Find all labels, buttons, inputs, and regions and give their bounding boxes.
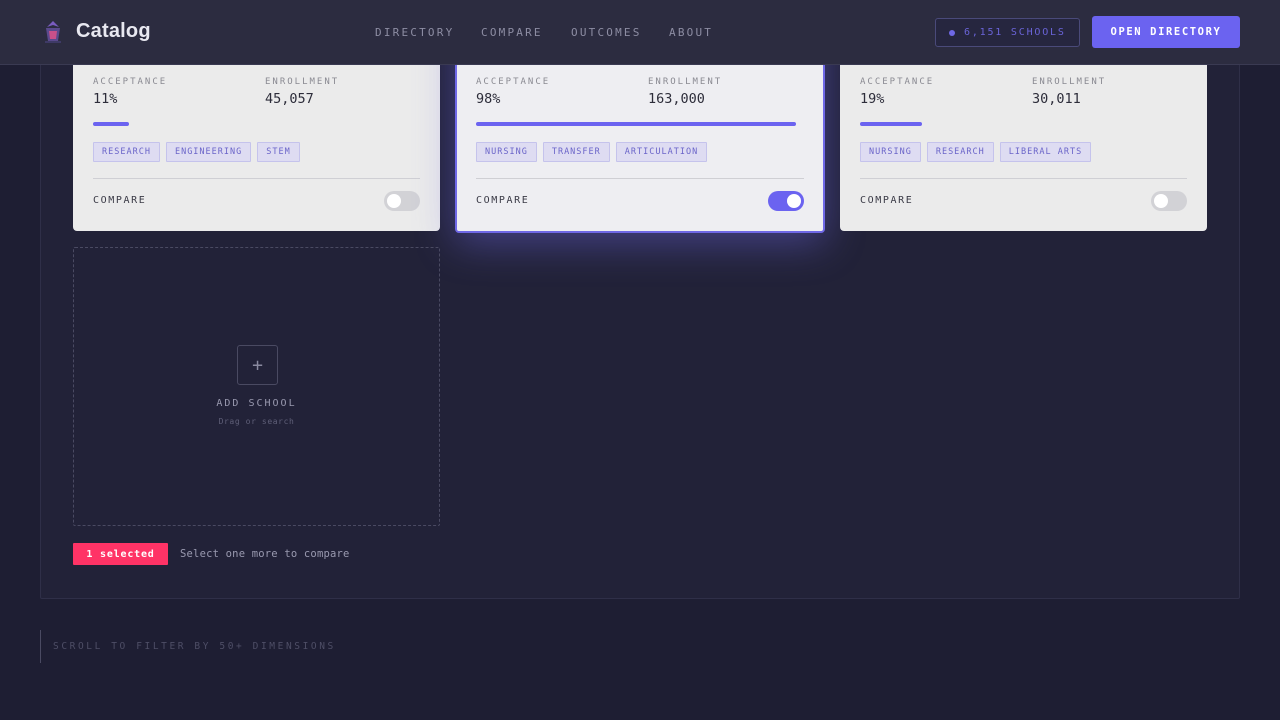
top-header: Catalog DIRECTORY COMPARE OUTCOMES ABOUT… — [0, 0, 1280, 65]
add-school-title: ADD SCHOOL — [216, 398, 297, 409]
toggle-knob — [787, 194, 801, 208]
toggle-knob — [387, 194, 401, 208]
tag: ARTICULATION — [615, 142, 708, 162]
tag: STEM — [257, 142, 300, 162]
acceptance-value: 98% — [476, 91, 501, 107]
add-school-subtitle: Drag or search — [218, 417, 295, 426]
acceptance-label: ACCEPTANCE — [476, 77, 551, 87]
brand-name[interactable]: Catalog — [76, 20, 151, 43]
compare-toggle[interactable] — [768, 191, 804, 211]
nav-outcomes[interactable]: OUTCOMES — [571, 26, 642, 39]
compare-label: COMPARE — [93, 195, 147, 206]
tag: RESEARCH — [926, 142, 994, 162]
compare-toggle[interactable] — [1151, 191, 1187, 211]
toggle-knob — [1154, 194, 1168, 208]
tag: RESEARCH — [93, 142, 160, 162]
divider — [860, 178, 1187, 179]
status-dot-icon — [949, 29, 955, 36]
school-count-badge: 6,151 SCHOOLS — [935, 18, 1080, 47]
nav-compare[interactable]: COMPARE — [481, 26, 543, 39]
selected-count-badge: 1 selected — [73, 543, 168, 565]
tag: NURSING — [476, 142, 537, 162]
add-school-dropzone[interactable]: + ADD SCHOOL Drag or search — [73, 247, 440, 526]
compare-toggle[interactable] — [384, 191, 420, 211]
compare-label: COMPARE — [476, 195, 530, 206]
acceptance-label: ACCEPTANCE — [860, 77, 935, 87]
enrollment-value: 30,011 — [1032, 91, 1081, 107]
tag: LIBERAL ARTS — [999, 142, 1092, 162]
acceptance-bar — [476, 122, 796, 126]
enrollment-value: 45,057 — [265, 91, 314, 107]
tag: ENGINEERING — [165, 142, 252, 162]
open-directory-button[interactable]: OPEN DIRECTORY — [1092, 16, 1240, 48]
acceptance-value: 11% — [93, 91, 118, 107]
tag-list: RESEARCH ENGINEERING STEM — [93, 142, 300, 162]
plus-icon[interactable]: + — [237, 345, 278, 385]
scroll-hint: SCROLL TO FILTER BY 50+ DIMENSIONS — [40, 630, 336, 663]
divider — [93, 178, 420, 179]
nav-about[interactable]: ABOUT — [669, 26, 713, 39]
acceptance-bar — [93, 122, 129, 126]
acceptance-label: ACCEPTANCE — [93, 77, 168, 87]
acceptance-bar — [860, 122, 922, 126]
nav-directory[interactable]: DIRECTORY — [375, 26, 454, 39]
compare-label: COMPARE — [860, 195, 914, 206]
selection-hint: Select one more to compare — [180, 548, 350, 560]
tag-list: NURSING TRANSFER ARTICULATION — [476, 142, 708, 162]
divider — [476, 178, 804, 179]
scroll-hint-text: SCROLL TO FILTER BY 50+ DIMENSIONS — [53, 641, 336, 652]
catalog-logo-icon[interactable] — [42, 19, 64, 45]
tag: NURSING — [860, 142, 921, 162]
enrollment-label: ENROLLMENT — [1032, 77, 1107, 87]
acceptance-value: 19% — [860, 91, 885, 107]
school-count-text: 6,151 SCHOOLS — [964, 27, 1066, 38]
tag-list: NURSING RESEARCH LIBERAL ARTS — [860, 142, 1092, 162]
enrollment-value: 163,000 — [648, 91, 705, 107]
enrollment-label: ENROLLMENT — [648, 77, 723, 87]
enrollment-label: ENROLLMENT — [265, 77, 340, 87]
tag: TRANSFER — [542, 142, 610, 162]
